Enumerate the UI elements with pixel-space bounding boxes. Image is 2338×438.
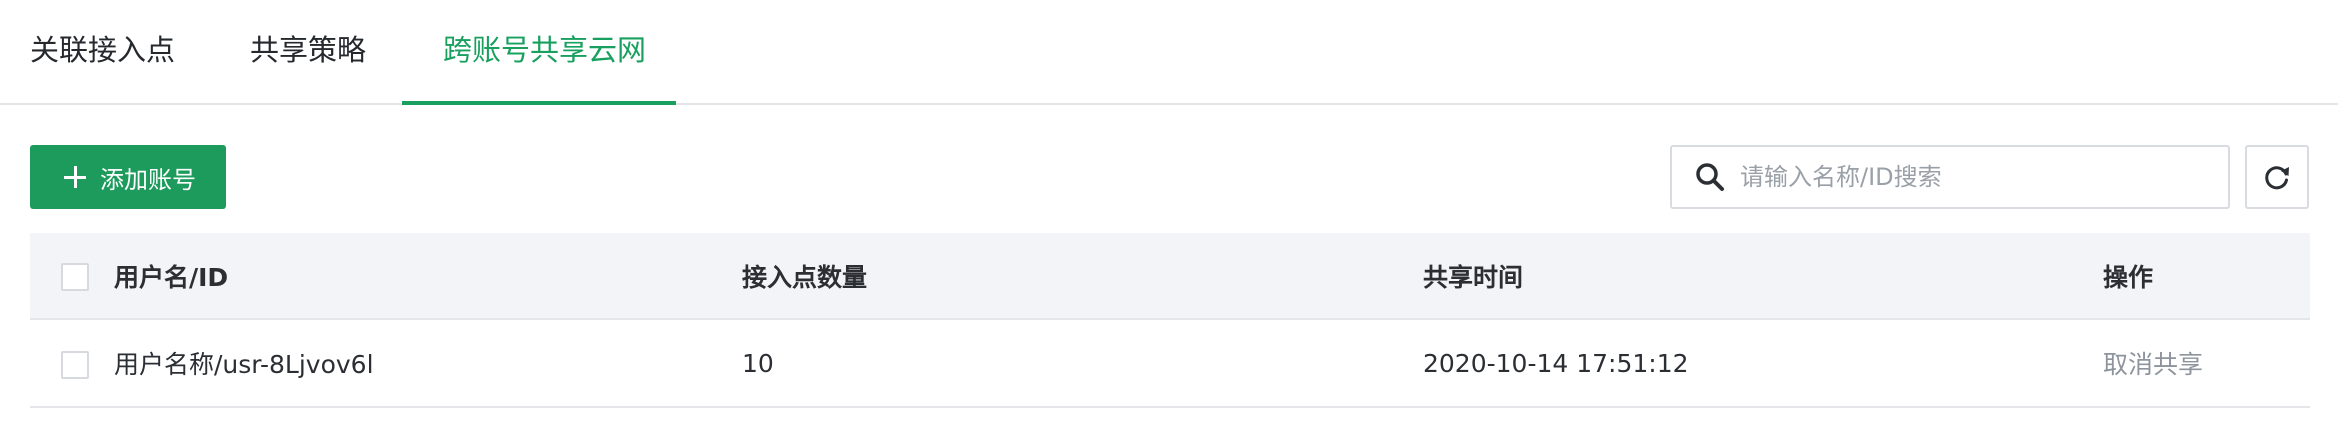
column-header-name-id: 用户名/ID (114, 262, 229, 292)
table-header: 用户名/ID 接入点数量 共享时间 操作 (30, 233, 2310, 320)
column-header-access-point-count: 接入点数量 (742, 262, 868, 292)
tab-associated-access-points[interactable]: 关联接入点 (30, 28, 175, 105)
refresh-icon (2265, 166, 2289, 190)
table-row: 用户名称/usr-8Ljvov6l 10 2020-10-14 17:51:12… (30, 320, 2310, 408)
select-all-checkbox[interactable] (61, 263, 89, 291)
row-checkbox[interactable] (61, 351, 89, 379)
cell-access-point-count: 10 (742, 348, 774, 378)
cell-share-time: 2020-10-14 17:51:12 (1423, 348, 1689, 378)
search-icon (1696, 163, 1724, 191)
add-account-label: 添加账号 (100, 165, 196, 194)
column-header-actions: 操作 (2103, 262, 2154, 292)
cell-name-id: 用户名称/usr-8Ljvov6l (114, 350, 374, 379)
search-input[interactable] (1740, 163, 2210, 191)
add-account-button[interactable]: 添加账号 (30, 145, 226, 209)
cancel-sharing-link[interactable]: 取消共享 (2103, 320, 2203, 406)
search-box[interactable] (1670, 145, 2230, 209)
active-tab-indicator (402, 101, 676, 105)
tab-bar: 关联接入点 共享策略 跨账号共享云网 (0, 0, 2338, 105)
column-header-share-time: 共享时间 (1423, 262, 1524, 292)
refresh-button[interactable] (2245, 145, 2309, 209)
accounts-table: 用户名/ID 接入点数量 共享时间 操作 用户名称/usr-8Ljvov6l 1… (30, 233, 2310, 408)
tab-cross-account-sharing[interactable]: 跨账号共享云网 (443, 28, 646, 105)
tab-sharing-policy[interactable]: 共享策略 (250, 28, 366, 105)
plus-icon (64, 166, 86, 188)
